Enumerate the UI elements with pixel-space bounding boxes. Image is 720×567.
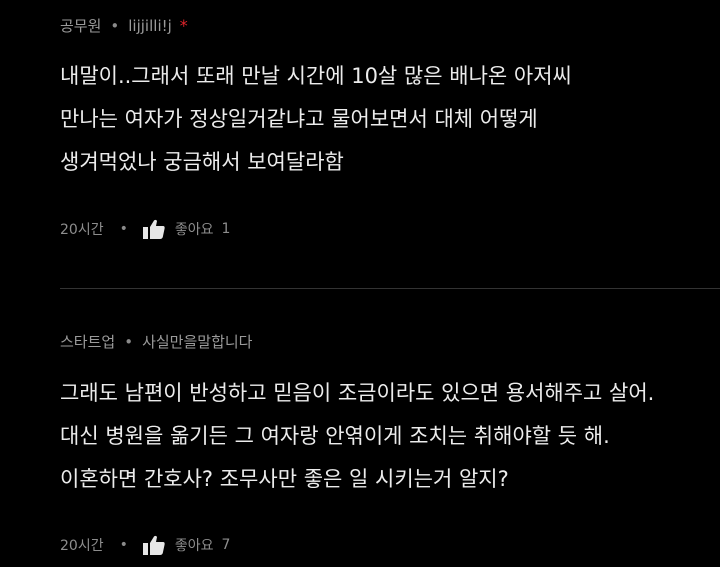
like-count: 1 [221, 221, 231, 237]
author-name[interactable]: 스타트업 [60, 331, 115, 352]
comment-line: 생겨먹었나 궁금해서 보여달라함 [60, 150, 344, 174]
like-button[interactable]: 좋아요 1 [142, 218, 231, 240]
comment-body: 그래도 남편이 반성하고 믿음이 조금이라도 있으면 용서해주고 살어. 대신 … [60, 372, 654, 501]
comment-line: 만나는 여자가 정상일거같냐고 물어보면서 대체 어떻게 [60, 107, 538, 131]
like-button[interactable]: 좋아요 7 [142, 534, 231, 556]
author-tag: 사실만을말합니다 [142, 333, 253, 351]
author-name[interactable]: 공무원 [60, 15, 101, 36]
comment-line: 이혼하면 간호사? 조무사만 좋은 일 시키는거 알지? [60, 467, 509, 491]
separator-dot: • [119, 537, 128, 553]
separator-dot: • [119, 221, 128, 237]
comment-footer: 20시간 • 좋아요 7 [60, 534, 230, 556]
comment-divider [60, 288, 720, 289]
comment-line: 그래도 남편이 반성하고 믿음이 조금이라도 있으면 용서해주고 살어. [60, 381, 655, 405]
comment-footer: 20시간 • 좋아요 1 [60, 218, 230, 240]
comment-body: 내말이..그래서 또래 만날 시간에 10살 많은 배나온 아저씨 만나는 여자… [60, 55, 572, 184]
like-count: 7 [221, 537, 231, 553]
comment-time: 20시간 [60, 222, 104, 238]
comment-line: 대신 병원을 옮기든 그 여자랑 안엮이게 조치는 취해야할 듯 해. [60, 424, 610, 448]
separator-dot: • [110, 16, 120, 35]
like-label: 좋아요 [174, 222, 214, 238]
comment-time: 20시간 [60, 538, 104, 554]
comment-meta: 공무원 • lijjilli!j * [60, 15, 188, 36]
thumbs-up-icon [142, 219, 165, 239]
author-tag: lijjilli!j [128, 16, 172, 35]
comment-meta: 스타트업 • 사실만을말합니다 [60, 331, 252, 352]
comment-line: 내말이..그래서 또래 만날 시간에 10살 많은 배나온 아저씨 [60, 64, 572, 88]
like-label: 좋아요 [174, 538, 214, 554]
thumbs-up-icon [142, 535, 165, 555]
best-star-icon: * [179, 16, 188, 35]
separator-dot: • [124, 332, 134, 351]
